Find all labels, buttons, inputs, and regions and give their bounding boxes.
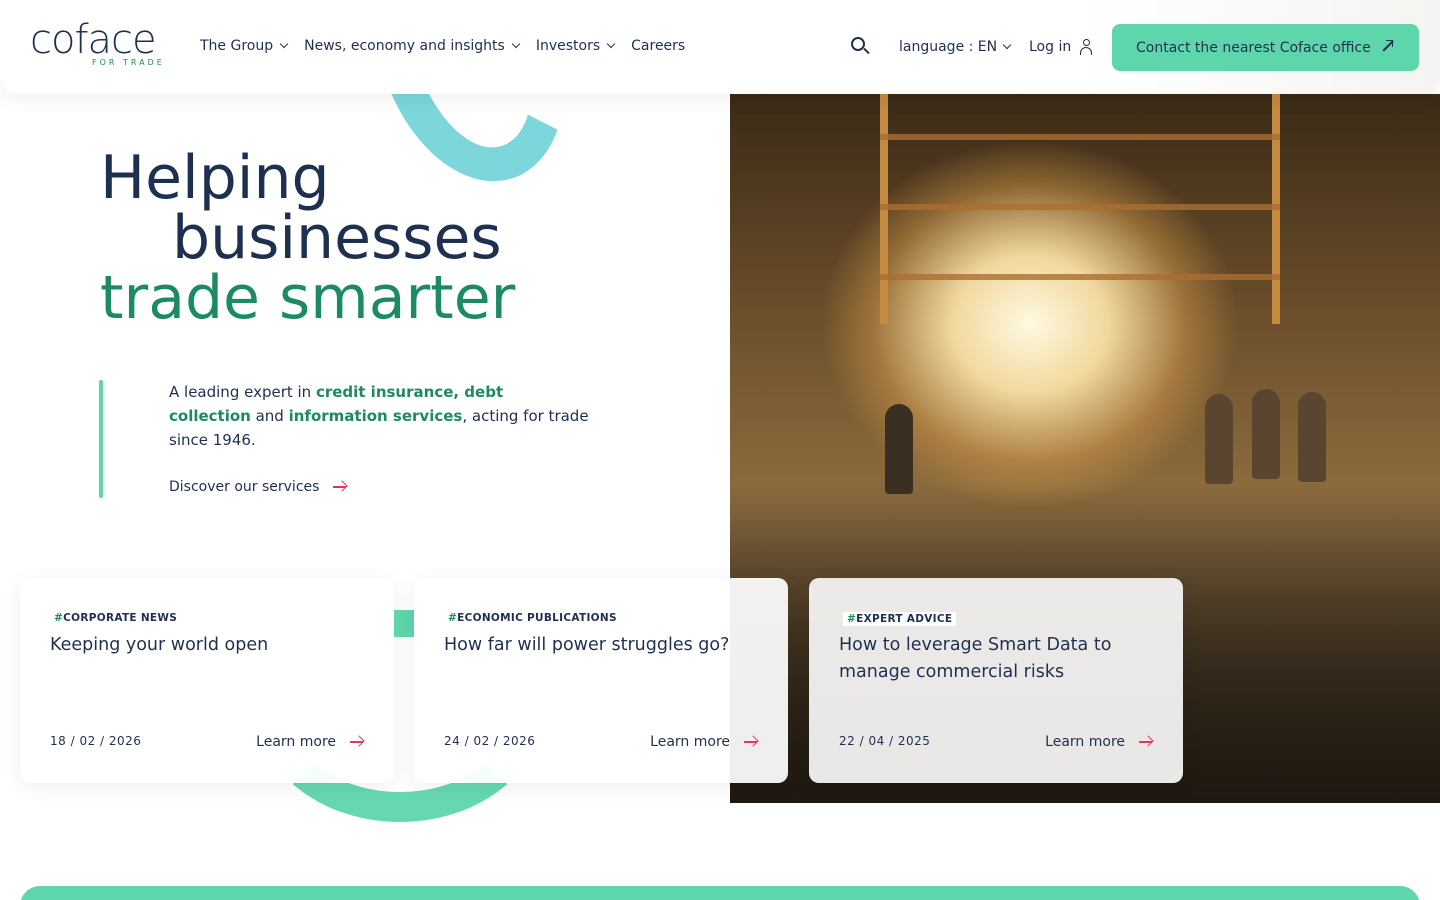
language-label: language : EN: [899, 39, 998, 55]
card-tag: #CORPORATE NEWS: [54, 612, 177, 624]
search-icon[interactable]: [851, 37, 870, 55]
language-selector[interactable]: language : EN: [899, 39, 1012, 55]
main-nav: The Group News, economy and insights Inv…: [200, 38, 685, 54]
chevron-down-icon: [511, 39, 521, 49]
arrow-tip: [353, 735, 365, 747]
discover-services-link[interactable]: Discover our services: [169, 479, 349, 495]
nav-item-careers[interactable]: Careers: [631, 38, 685, 54]
nav-item-label: The Group: [200, 38, 274, 54]
external-arrow-icon: [1381, 40, 1394, 52]
nav-item-label: Careers: [631, 38, 686, 54]
arrow-right-icon: [350, 735, 365, 748]
hero-title-line2: businesses: [172, 203, 502, 273]
card-date: 18 / 02 / 2026: [50, 734, 142, 748]
nav-item-investors[interactable]: Investors: [535, 38, 616, 54]
nav-item-label: Investors: [535, 38, 601, 54]
news-card[interactable]: #CORPORATE NEWS Keeping your world open …: [20, 578, 394, 783]
chevron-down-icon: [1002, 40, 1012, 50]
login-label: Log in: [1029, 39, 1072, 55]
hero-image-worker: [1252, 389, 1280, 479]
hero-title-line3: trade smarter: [100, 263, 516, 333]
coface-logo[interactable]: coface FOR TRADE: [30, 17, 162, 67]
intro-mid: and: [250, 407, 289, 425]
hero-image-beam: [880, 134, 1280, 140]
card-title: Keeping your world open: [50, 635, 269, 655]
card-title: How far will power struggles go?: [444, 635, 730, 655]
user-icon: [1080, 39, 1093, 55]
chevron-down-icon: [279, 39, 289, 49]
card-tag: #EXPERT ADVICE: [843, 612, 957, 626]
arrow-right-icon: [1139, 735, 1154, 748]
nav-item-news[interactable]: News, economy and insights: [304, 38, 521, 54]
arrow-corner: [1386, 40, 1393, 47]
user-icon-body: [1080, 47, 1093, 55]
logo-tagline: FOR TRADE: [92, 58, 165, 67]
contact-office-button[interactable]: Contact the nearest Coface office: [1112, 24, 1419, 71]
bottom-section-banner: [20, 886, 1420, 900]
discover-label: Discover our services: [169, 479, 320, 495]
card-tag-label: EXPERT ADVICE: [856, 613, 953, 625]
contact-button-label: Contact the nearest Coface office: [1136, 39, 1371, 56]
nav-item-the-group[interactable]: The Group: [200, 38, 289, 54]
hero-image-worker: [1205, 394, 1233, 484]
hash-symbol: #: [54, 612, 64, 624]
nav-item-label: News, economy and insights: [304, 38, 505, 54]
search-icon-handle: [863, 47, 870, 55]
hero-image-beam: [880, 204, 1280, 210]
card-tag: #ECONOMIC PUBLICATIONS: [448, 612, 617, 624]
arrow-tip: [1142, 735, 1154, 747]
news-card[interactable]: #ECONOMIC PUBLICATIONS How far will powe…: [414, 578, 788, 783]
arrow-tip: [747, 735, 759, 747]
intro-highlight-information[interactable]: information services: [289, 407, 463, 425]
card-date: 24 / 02 / 2026: [444, 734, 536, 748]
card-date: 22 / 04 / 2025: [839, 734, 931, 748]
card-tag-label: ECONOMIC PUBLICATIONS: [457, 612, 617, 624]
card-tag-label: CORPORATE NEWS: [63, 612, 178, 624]
hero-intro: A leading expert in credit insurance, de…: [169, 380, 589, 452]
hero-image-worker: [885, 404, 913, 494]
news-card[interactable]: #EXPERT ADVICE How to leverage Smart Dat…: [809, 578, 1183, 783]
card-title: How to leverage Smart Data to manage com…: [839, 635, 1112, 682]
user-icon-head: [1083, 39, 1091, 46]
learn-more-link[interactable]: Learn more: [1045, 734, 1154, 750]
learn-more-link[interactable]: Learn more: [650, 734, 759, 750]
arrow-tip: [336, 480, 349, 492]
learn-more-label: Learn more: [256, 734, 336, 750]
learn-more-label: Learn more: [650, 734, 730, 750]
learn-more-label: Learn more: [1045, 734, 1125, 750]
login-link[interactable]: Log in: [1029, 39, 1093, 55]
site-header: coface FOR TRADE The Group News, economy…: [0, 0, 1440, 94]
learn-more-link[interactable]: Learn more: [256, 734, 365, 750]
arrow-right-icon: [744, 735, 759, 748]
chevron-down-icon: [606, 39, 616, 49]
decorative-square: [394, 610, 414, 637]
hash-symbol: #: [448, 612, 458, 624]
hero-title: Helping businesses trade smarter: [100, 148, 515, 328]
intro-accent-bar: [99, 380, 103, 498]
hash-symbol: #: [847, 613, 857, 625]
hero-image-beam: [880, 274, 1280, 280]
hero-image-worker: [1298, 392, 1326, 482]
logo-wordmark: coface: [30, 17, 157, 63]
intro-prefix: A leading expert in: [169, 383, 316, 401]
arrow-right-icon: [333, 480, 349, 493]
